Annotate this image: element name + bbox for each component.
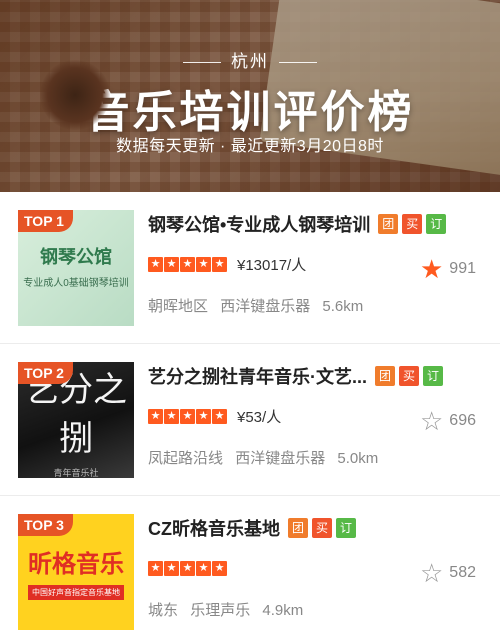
thumbnail-logo: 钢琴公馆 专业成人0基础钢琴培训 [23,246,129,290]
list-item[interactable]: 艺分之捌 青年音乐社 TOP 2 艺分之捌社青年音乐·文艺... 团 买 订 ★… [0,344,500,496]
star-rating: ★ ★ ★ ★ ★ [148,408,227,424]
category-label: 乐理声乐 [190,602,251,619]
shop-info: CZ昕格音乐基地 团 买 订 ★ ★ ★ ★ ★ ☆ 582 城东 乐理声乐 4… [148,514,482,644]
star-rating-icon: ★ [212,256,227,272]
group-buy-tag: 团 [288,518,308,538]
hero-banner: 杭州 音乐培训评价榜 数据每天更新 · 最近更新3月20日8时 [0,0,500,192]
meta-row: 城东 乐理声乐 4.9km [148,599,482,620]
star-rating-icon: ★ [164,408,179,424]
thumbnail-logo-text: 昕格音乐 [28,551,124,578]
ranking-list: 钢琴公馆 专业成人0基础钢琴培训 TOP 1 钢琴公馆•专业成人钢琴培训 团 买… [0,192,500,644]
category-label: 西洋键盘乐器 [235,450,326,467]
price-per-person: ¥13017/人 [237,256,307,274]
shop-thumbnail[interactable]: 昕格音乐 中国好声音指定音乐基地 TOP 3 [18,514,134,630]
star-favorite-icon[interactable]: ★ [420,256,443,282]
thumbnail-slogan: 专业成人0基础钢琴培训 [23,278,129,290]
star-rating-icon: ★ [148,256,163,272]
star-rating-icon: ★ [148,560,163,576]
star-rating-icon: ★ [164,256,179,272]
star-rating-icon: ★ [180,408,195,424]
title-row: CZ昕格音乐基地 团 买 订 [148,514,482,542]
rank-badge: TOP 1 [18,210,73,232]
favorite-button[interactable]: ★ 991 [420,256,476,282]
star-rating-icon: ★ [148,408,163,424]
star-rating-icon: ★ [180,560,195,576]
shop-thumbnail[interactable]: 艺分之捌 青年音乐社 TOP 2 [18,362,134,478]
area-label: 朝晖地区 [148,298,209,315]
star-rating: ★ ★ ★ ★ ★ [148,256,227,272]
thumbnail-logo-text: 钢琴公馆 [40,246,112,267]
buy-tag: 买 [312,518,332,538]
star-favorite-icon[interactable]: ☆ [420,408,443,434]
area-label: 城东 [148,602,179,619]
update-info: 数据每天更新 · 最近更新3月20日8时 [116,138,384,155]
star-rating-icon: ★ [212,408,227,424]
buy-tag: 买 [402,214,423,234]
hero-city: 杭州 [0,47,500,72]
shop-name[interactable]: 艺分之捌社青年音乐·文艺... [148,363,367,389]
star-rating: ★ ★ ★ ★ ★ [148,560,227,576]
star-rating-icon: ★ [196,408,211,424]
favorite-count: 991 [449,260,476,277]
group-buy-tag: 团 [378,214,399,234]
booking-tag: 订 [426,214,447,234]
distance-label: 5.6km [322,298,364,315]
booking-tag: 订 [336,518,356,538]
divider-left [183,62,221,64]
shop-info: 艺分之捌社青年音乐·文艺... 团 买 订 ★ ★ ★ ★ ★ ¥53/人 ☆ … [148,362,482,495]
thumbnail-logo: 昕格音乐 中国好声音指定音乐基地 [28,544,124,600]
price-per-person: ¥53/人 [237,408,282,426]
rank-badge: TOP 3 [18,514,73,536]
booking-tag: 订 [423,366,443,386]
rank-badge: TOP 2 [18,362,73,384]
star-favorite-icon[interactable]: ☆ [420,560,443,586]
shop-info: 钢琴公馆•专业成人钢琴培训 团 买 订 ★ ★ ★ ★ ★ ¥13017/人 ★… [148,210,482,343]
thumbnail-slogan: 青年音乐社 [53,467,99,478]
meta-row: 朝晖地区 西洋键盘乐器 5.6km [148,295,482,316]
meta-row: 凤起路沿线 西洋键盘乐器 5.0km [148,447,482,468]
favorite-button[interactable]: ☆ 696 [420,408,476,434]
star-rating-icon: ★ [212,560,227,576]
title-row: 艺分之捌社青年音乐·文艺... 团 买 订 [148,362,482,390]
page-title: 音乐培训评价榜 [85,88,415,137]
distance-label: 4.9km [262,602,304,619]
favorite-count: 582 [449,564,476,581]
list-item[interactable]: 钢琴公馆 专业成人0基础钢琴培训 TOP 1 钢琴公馆•专业成人钢琴培训 团 买… [0,192,500,344]
area-label: 凤起路沿线 [148,450,224,467]
divider-right [279,62,317,64]
city-label: 杭州 [231,52,269,71]
title-row: 钢琴公馆•专业成人钢琴培训 团 买 订 [148,210,482,238]
category-label: 西洋键盘乐器 [220,298,311,315]
group-buy-tag: 团 [375,366,395,386]
buy-tag: 买 [399,366,419,386]
star-rating-icon: ★ [164,560,179,576]
favorite-button[interactable]: ☆ 582 [420,560,476,586]
shop-thumbnail[interactable]: 钢琴公馆 专业成人0基础钢琴培训 TOP 1 [18,210,134,326]
shop-name[interactable]: 钢琴公馆•专业成人钢琴培训 [148,211,370,237]
shop-name[interactable]: CZ昕格音乐基地 [148,515,280,541]
list-item[interactable]: 昕格音乐 中国好声音指定音乐基地 TOP 3 CZ昕格音乐基地 团 买 订 ★ … [0,496,500,644]
star-rating-icon: ★ [196,560,211,576]
favorite-count: 696 [449,412,476,429]
distance-label: 5.0km [337,450,379,467]
thumbnail-slogan: 中国好声音指定音乐基地 [28,585,124,600]
star-rating-icon: ★ [196,256,211,272]
star-rating-icon: ★ [180,256,195,272]
